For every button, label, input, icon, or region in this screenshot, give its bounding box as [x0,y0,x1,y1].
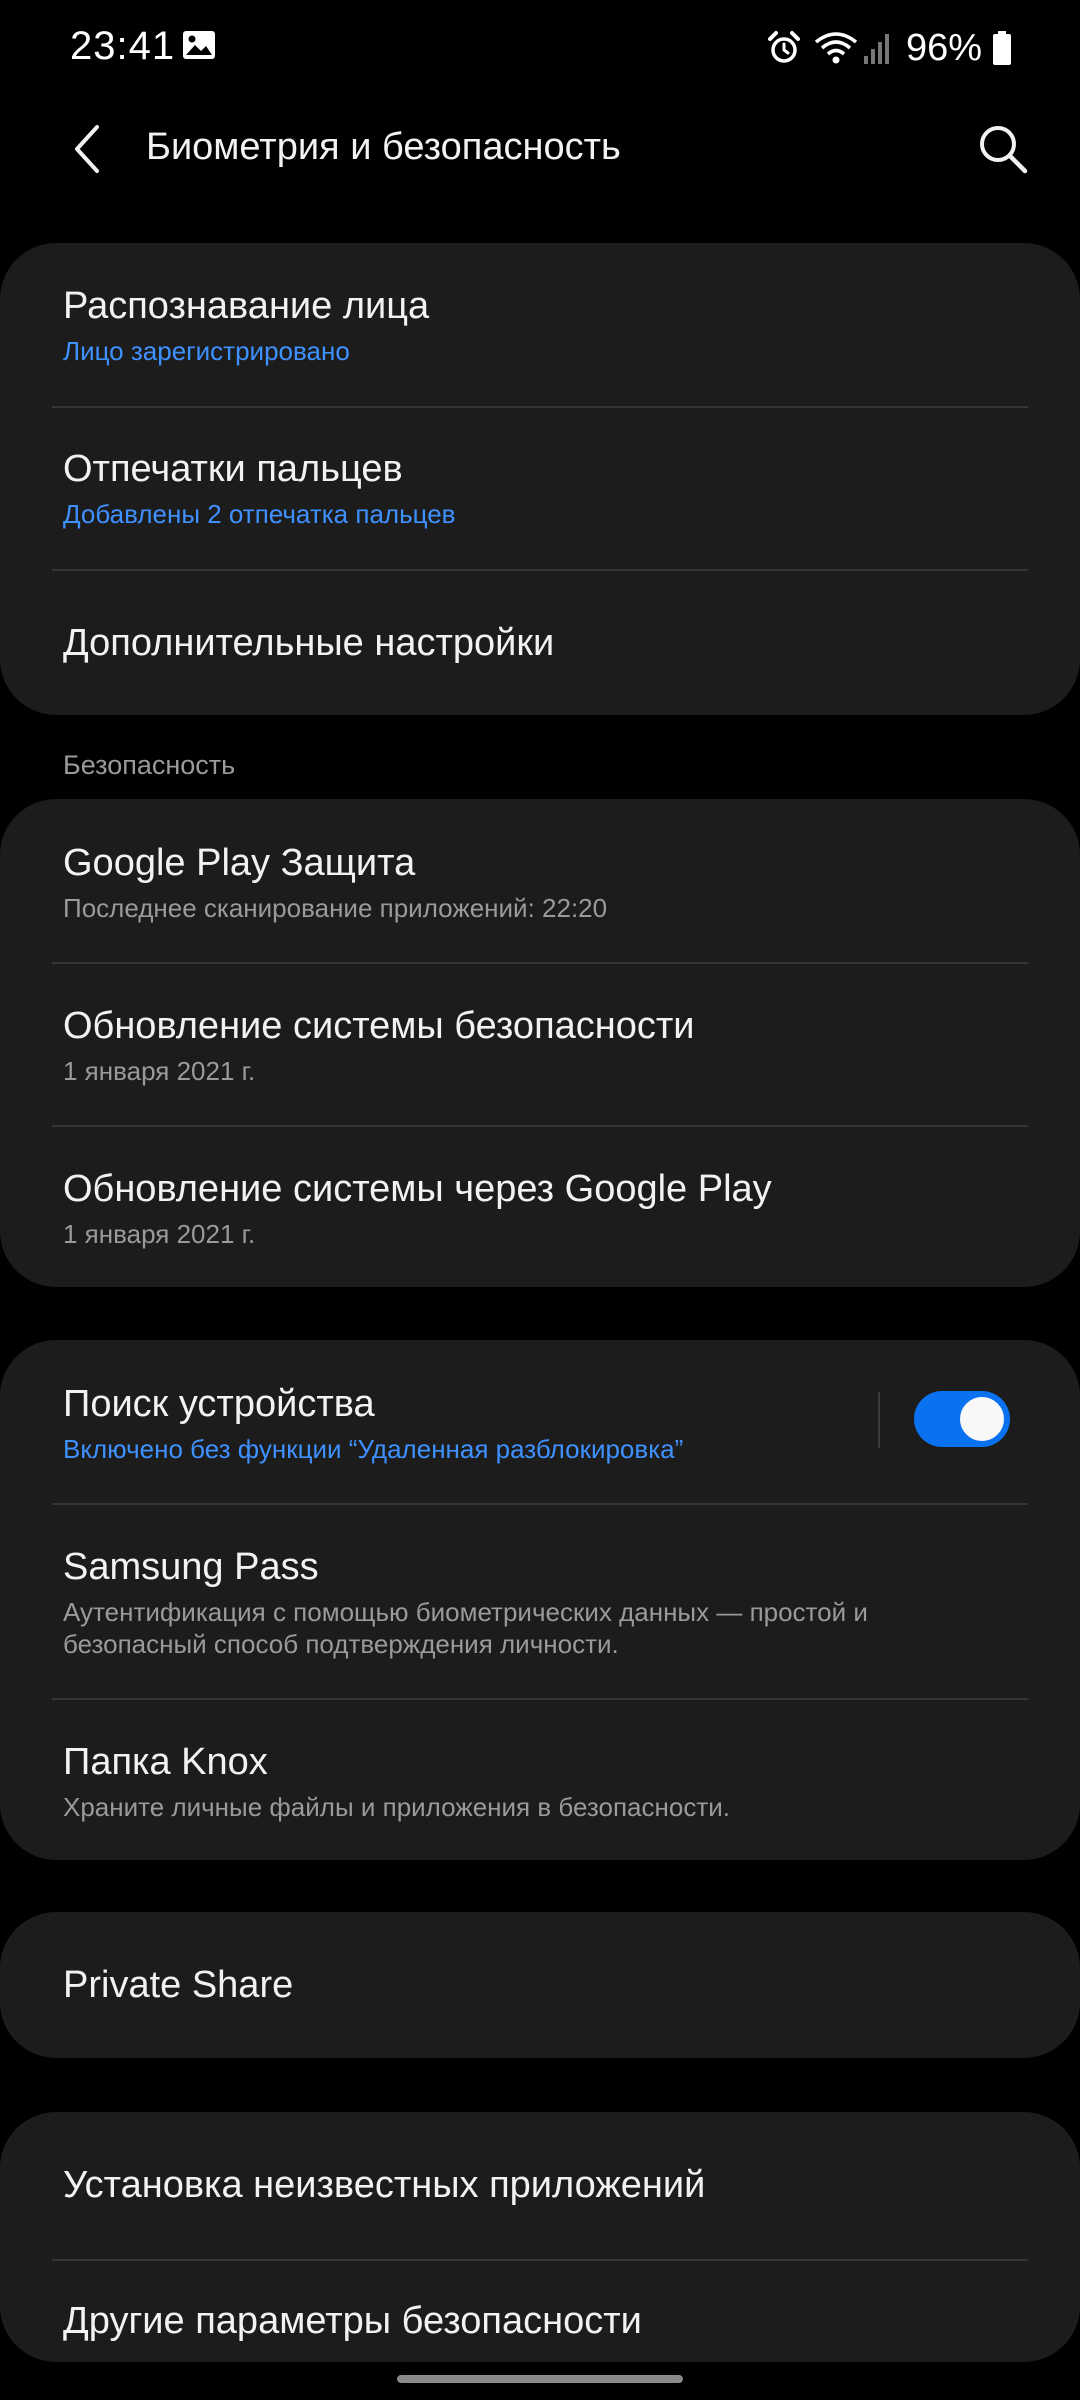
section-header-security: Безопасность [63,750,236,780]
item-title: Обновление системы безопасности [63,1005,695,1047]
install-unknown-apps-item[interactable]: Установка неизвестных приложений [0,2162,1080,2208]
divider [52,1503,1028,1505]
item-title: Private Share [63,1964,294,2006]
back-button[interactable] [52,116,122,186]
item-subtitle: Аутентификация с помощью биометрических … [63,1597,868,1659]
divider [52,1698,1028,1700]
item-title: Поиск устройства [63,1383,375,1425]
status-icons: 96% [766,24,1012,72]
status-bar: 23:41 96% [0,0,1080,96]
private-share-item[interactable]: Private Share [0,1962,1080,2008]
divider [52,962,1028,964]
divider [52,2259,1028,2261]
alarm-icon [766,30,802,66]
item-title: Обновление системы через Google Play [63,1168,772,1210]
search-icon [977,123,1029,180]
item-title: Samsung Pass [63,1546,319,1588]
find-my-device-toggle[interactable] [914,1391,1010,1447]
fingerprints-item[interactable]: Отпечатки пальцев Добавлены 2 отпечатка … [0,446,1080,530]
gallery-icon [182,30,216,60]
divider [52,1125,1028,1127]
item-title: Дополнительные настройки [63,622,555,664]
item-title: Распознавание лица [63,285,430,327]
battery-icon [992,30,1012,66]
chevron-left-icon [67,121,107,182]
item-title: Отпечатки пальцев [63,448,403,490]
item-subtitle: Добавлены 2 отпечатка пальцев [63,499,456,529]
item-subtitle: Лицо зарегистрировано [63,336,350,366]
item-subtitle: Последнее сканирование приложений: 22:20 [63,893,608,923]
toggle-separator [878,1392,880,1448]
google-play-protect-item[interactable]: Google Play Защита Последнее сканировани… [0,840,1080,924]
divider [52,569,1028,571]
knox-folder-item[interactable]: Папка Knox Храните личные файлы и прилож… [0,1739,1080,1823]
home-indicator[interactable] [397,2375,683,2383]
item-subtitle: 1 января 2021 г. [63,1056,256,1086]
page-title: Биометрия и безопасность [146,126,621,168]
item-title: Установка неизвестных приложений [63,2164,706,2206]
search-button[interactable] [966,114,1040,188]
other-security-settings-item[interactable]: Другие параметры безопасности [0,2298,1080,2344]
app-bar: Биометрия и безопасность [0,96,1080,206]
item-title: Папка Knox [63,1741,268,1783]
battery-percent: 96% [905,26,982,69]
security-update-item[interactable]: Обновление системы безопасности 1 января… [0,1003,1080,1087]
samsung-pass-item[interactable]: Samsung Pass Аутентификация с помощью би… [0,1544,1080,1660]
divider [52,406,1028,408]
item-subtitle: Включено без функции “Удаленная разблоки… [63,1434,684,1464]
google-play-system-update-item[interactable]: Обновление системы через Google Play 1 я… [0,1166,1080,1250]
additional-settings-item[interactable]: Дополнительные настройки [0,620,1080,666]
signal-icon [862,30,892,66]
wifi-icon [814,30,858,66]
item-title: Другие параметры безопасности [63,2300,642,2342]
item-subtitle: Храните личные файлы и приложения в безо… [63,1792,730,1822]
item-subtitle: 1 января 2021 г. [63,1219,256,1249]
item-title: Google Play Защита [63,842,416,884]
face-recognition-item[interactable]: Распознавание лица Лицо зарегистрировано [0,283,1080,367]
toggle-knob [958,1395,1006,1443]
status-time: 23:41 [70,24,176,68]
